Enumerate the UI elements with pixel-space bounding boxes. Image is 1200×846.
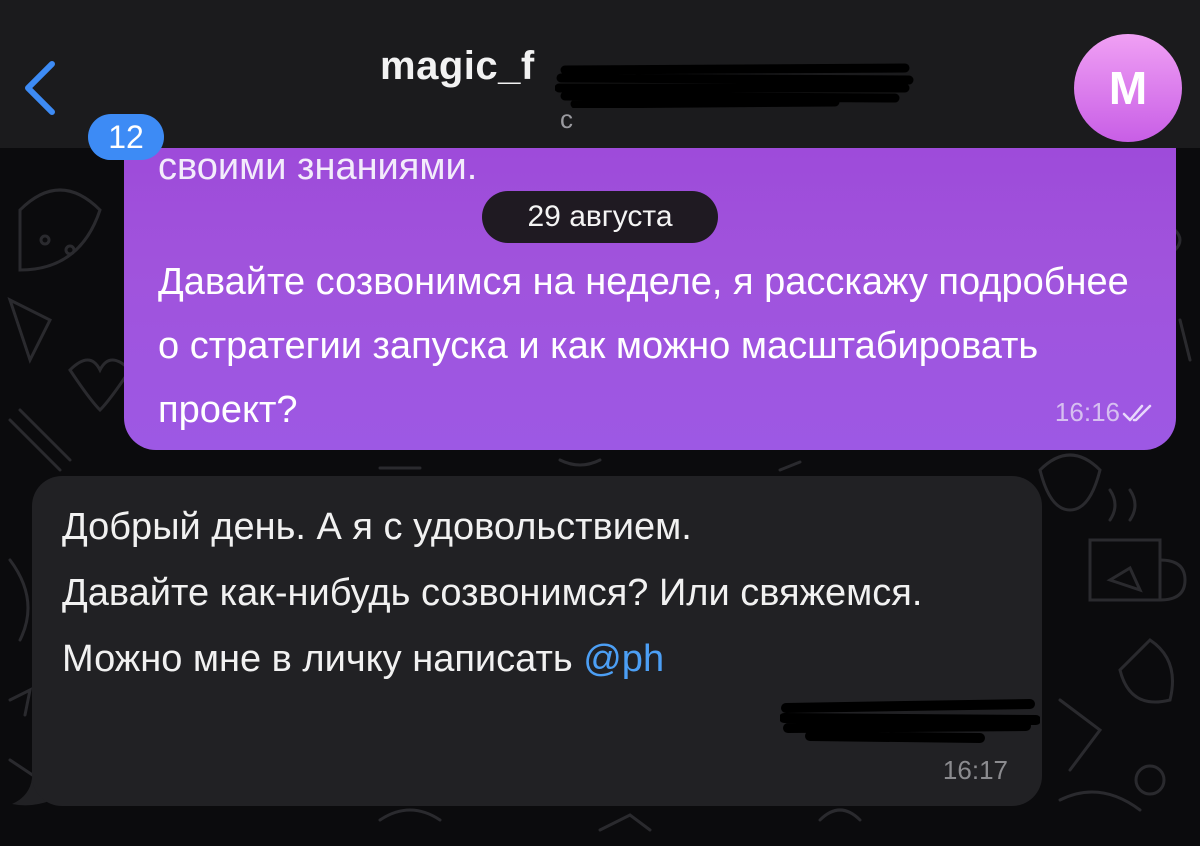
unread-count-badge-overlay: 12 bbox=[88, 114, 164, 160]
double-check-icon bbox=[1122, 404, 1152, 422]
redaction-scribble bbox=[780, 699, 1040, 743]
chat-status-overlay: c bbox=[560, 104, 573, 134]
incoming-line-2: Давайте как-нибудь созвонимся? Или свяже… bbox=[62, 572, 923, 614]
incoming-message-bubble[interactable]: Добрый день. А я с удовольствием. Давайт… bbox=[32, 476, 1042, 806]
incoming-line-3-text: Можно мне в личку написать bbox=[62, 638, 584, 680]
date-separator: 29 августа bbox=[482, 191, 718, 243]
outgoing-message-text: Давайте созвонимся на неделе, я расскажу… bbox=[158, 261, 1129, 431]
incoming-line-1: Добрый день. А я с удовольствием. bbox=[62, 506, 692, 548]
redaction-scribble bbox=[555, 63, 914, 108]
chat-title-overlay[interactable]: magic_f bbox=[380, 44, 535, 89]
avatar-overlay[interactable]: M bbox=[1074, 34, 1182, 142]
incoming-message-text: Добрый день. А я с удовольствием. Давайт… bbox=[62, 494, 1022, 692]
outgoing-message-time: 16:16 bbox=[1054, 397, 1120, 427]
chevron-left-icon bbox=[25, 61, 55, 115]
back-button-overlay[interactable]: 12 bbox=[20, 52, 164, 160]
outgoing-message-bubble[interactable]: своими знаниями. Давайте созвонимся на н… bbox=[124, 110, 1176, 450]
chat-header-overlay: 12 magic_f c M bbox=[0, 0, 1200, 160]
username-mention-link[interactable]: @ph bbox=[583, 638, 664, 680]
incoming-message-time: 16:17 bbox=[942, 755, 1008, 785]
incoming-line-3: Можно мне в личку написать @ph bbox=[62, 626, 1022, 692]
outgoing-message-truncated-text: своими знаниями. bbox=[158, 146, 478, 188]
